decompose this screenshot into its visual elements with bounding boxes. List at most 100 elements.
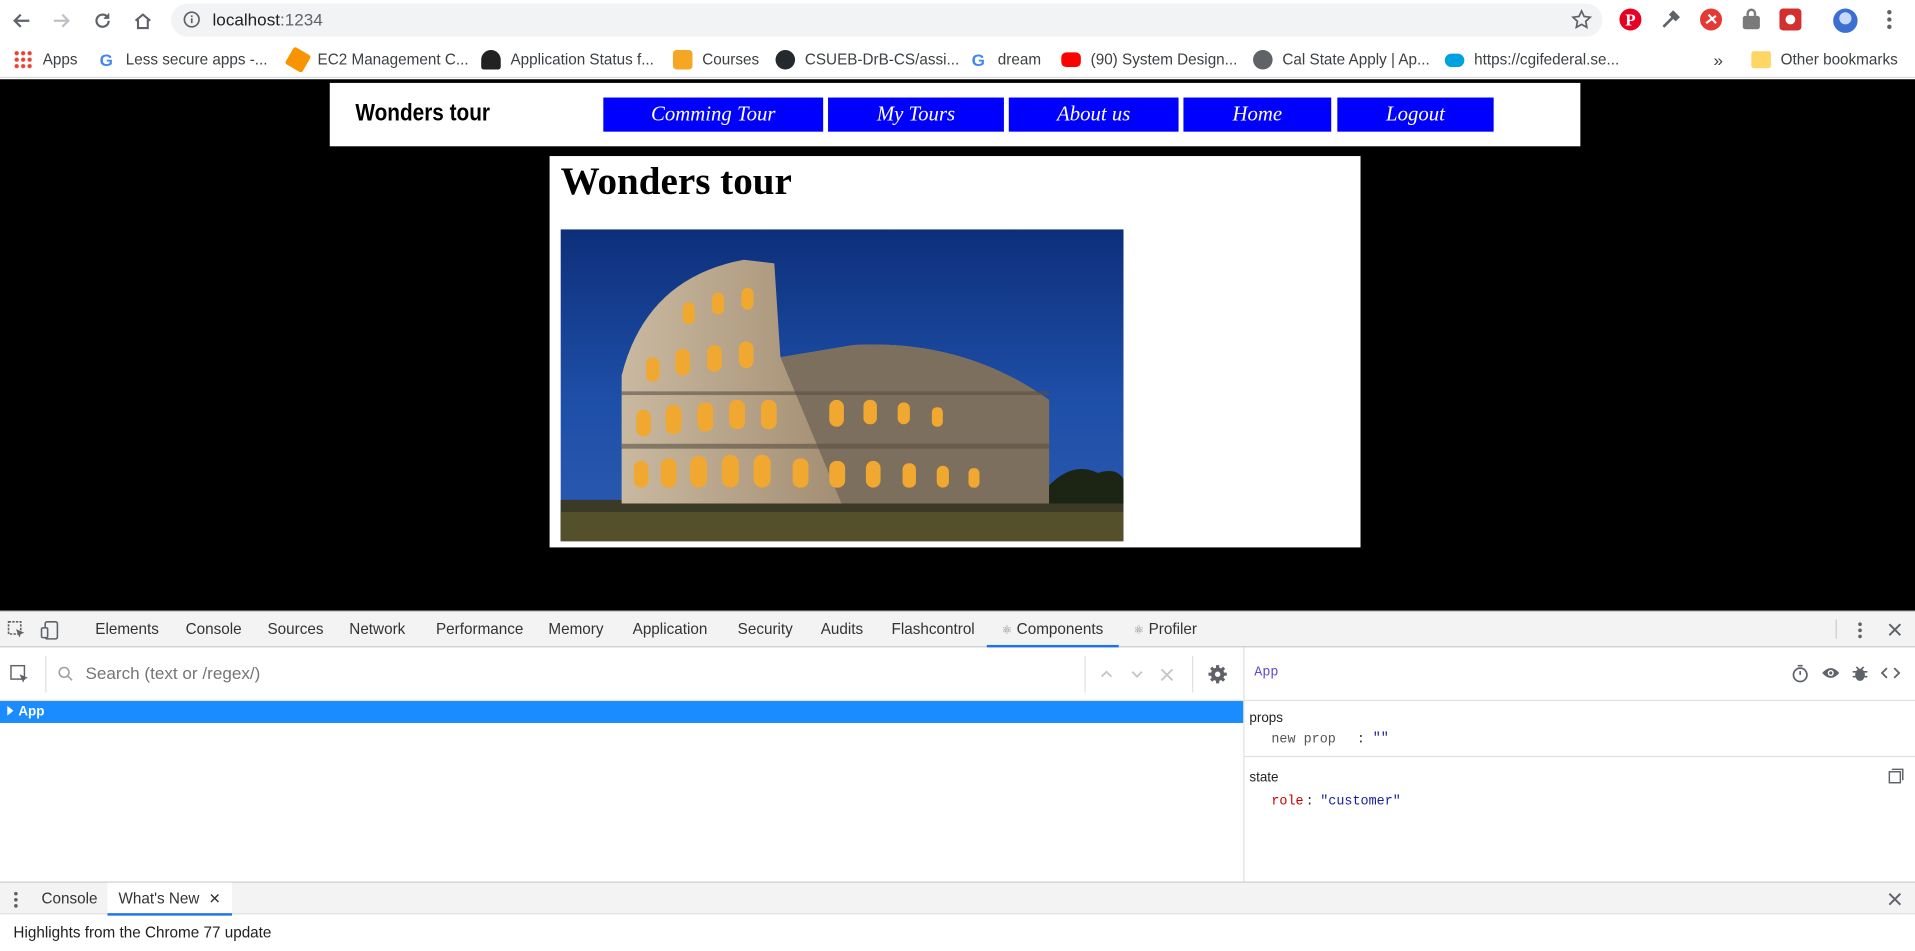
search-divider [1191,655,1194,693]
bookmark-github[interactable]: CSUEB-DrB-CS/assi... [775,49,960,71]
copy-icon[interactable] [1888,768,1904,790]
bookmark-label: Application Status f... [510,51,654,69]
google-icon: G [99,49,113,70]
state-key[interactable]: role [1271,795,1303,810]
tree-row-app[interactable]: App [0,701,1244,723]
view-source-icon[interactable] [1880,664,1901,687]
profile-avatar[interactable] [1832,7,1859,34]
back-arrow-icon[interactable] [7,6,36,35]
info-icon[interactable] [183,11,200,34]
bug-icon[interactable] [1851,664,1868,688]
tab-flashcontrol[interactable]: Flashcontrol [892,612,975,647]
bookmark-label: Less secure apps -... [125,51,268,69]
tab-sources[interactable]: Sources [267,612,323,647]
settings-gear-icon[interactable] [1208,664,1228,690]
tab-profiler[interactable]: ⚛ Profiler [1133,612,1197,647]
nav-home[interactable]: Home [1183,97,1332,132]
extension-bug-icon[interactable] [1778,7,1805,34]
devtools-tab-bar: Elements Console Sources Network Perform… [0,612,1915,648]
drawer-menu-icon[interactable] [10,890,22,916]
other-bookmarks-label: Other bookmarks [1780,51,1898,69]
section-divider [1244,755,1915,758]
bookmark-label: https://cgifederal.se... [1474,51,1620,69]
bookmark-application-status[interactable]: Application Status f... [481,49,654,71]
bookmark-label: CSUEB-DrB-CS/assi... [804,51,960,69]
reload-icon[interactable] [88,6,117,35]
tree-row-label: App [18,704,45,720]
bookmark-label: Courses [702,51,760,69]
bookmarks-overflow-button[interactable]: » [1713,49,1723,71]
select-element-icon[interactable] [10,664,30,690]
close-devtools-icon[interactable] [1887,622,1903,644]
url-text: localhost:1234 [213,10,323,30]
drawer-tab-console[interactable]: Console [42,883,98,916]
close-tab-icon[interactable]: ✕ [209,890,221,907]
shopping-bag-icon[interactable] [1739,7,1766,34]
inspect-element-icon[interactable] [7,620,25,645]
tab-performance[interactable]: Performance [436,612,523,647]
component-inspector: App props new prop : "" state role: "cu… [1243,647,1915,882]
stopwatch-icon[interactable] [1792,664,1809,688]
browser-menu-icon[interactable] [1877,7,1904,34]
search-input[interactable]: Search (text or /regex/) [85,663,260,683]
eyedropper-icon[interactable] [1659,7,1686,34]
clear-search-icon[interactable] [1160,666,1174,688]
drawer-tab-whats-new[interactable]: What's New ✕ [107,882,232,916]
tab-divider [1835,619,1837,639]
bookmark-cgifederal[interactable]: https://cgifederal.se... [1444,49,1620,71]
folder-icon [1751,51,1771,69]
bookmark-dream[interactable]: G dream [968,49,1041,71]
tab-application[interactable]: Application [633,612,708,647]
tab-security[interactable]: Security [738,612,793,647]
home-icon[interactable] [128,6,157,35]
prop-value[interactable]: "" [1373,732,1389,747]
selected-component-name: App [1254,665,1279,681]
tab-console[interactable]: Console [186,612,242,647]
tab-elements[interactable]: Elements [95,612,159,647]
nav-about-us[interactable]: About us [1008,97,1179,132]
tab-components[interactable]: ⚛ Components [986,612,1120,648]
bookmark-apps[interactable]: Apps [13,49,78,71]
tab-memory[interactable]: Memory [548,612,603,647]
bookmark-label: Apps [42,51,78,69]
close-drawer-icon[interactable] [1887,891,1903,913]
google-icon: G [971,49,985,70]
pencil-icon [672,49,693,70]
drawer-tab-bar: Console What's New ✕ [0,881,1915,916]
bookmark-system-design[interactable]: (90) System Design... [1061,49,1237,71]
inspector-header: App [1244,647,1915,702]
nav-my-tours[interactable]: My Tours [828,97,1004,132]
nav-logout[interactable]: Logout [1337,97,1494,132]
address-bar[interactable]: localhost:1234 [170,3,1603,37]
browser-toolbar: localhost:1234 P [0,0,1915,42]
forward-arrow-icon[interactable] [46,6,75,35]
expand-arrow-icon[interactable] [6,705,16,721]
bookmark-star-icon[interactable] [1571,8,1593,37]
devtools-panel: Elements Console Sources Network Perform… [0,610,1915,951]
colosseum-photo [560,229,1124,542]
tab-audits[interactable]: Audits [821,612,863,647]
bookmark-cal-state[interactable]: Cal State Apply | Ap... [1253,49,1430,71]
bookmark-less-secure[interactable]: G Less secure apps -... [96,49,268,71]
prop-key[interactable]: new prop [1271,733,1335,748]
search-icon [57,666,73,688]
salesforce-cloud-icon [1444,53,1465,67]
nav-comming-tour[interactable]: Comming Tour [603,97,824,132]
state-value[interactable]: "customer" [1320,795,1401,810]
search-divider [45,655,47,693]
other-bookmarks-folder[interactable]: Other bookmarks [1751,49,1898,71]
page-heading: Wonders tour [560,158,792,203]
component-search-bar: Search (text or /regex/) [0,647,1244,702]
eye-icon[interactable] [1821,664,1841,687]
previous-result-icon[interactable] [1099,666,1114,688]
tab-network[interactable]: Network [349,612,405,647]
bookmark-courses[interactable]: Courses [672,49,760,71]
bookmark-label: Cal State Apply | Ap... [1282,51,1430,69]
tab-profiler-label: Profiler [1148,620,1197,638]
bookmark-ec2[interactable]: EC2 Management C... [284,46,469,74]
pinterest-icon[interactable]: P [1618,7,1645,34]
next-result-icon[interactable] [1130,666,1145,688]
devtools-menu-icon[interactable] [1851,621,1868,647]
device-toolbar-icon[interactable] [40,620,60,647]
extension-red-icon[interactable] [1699,7,1726,34]
